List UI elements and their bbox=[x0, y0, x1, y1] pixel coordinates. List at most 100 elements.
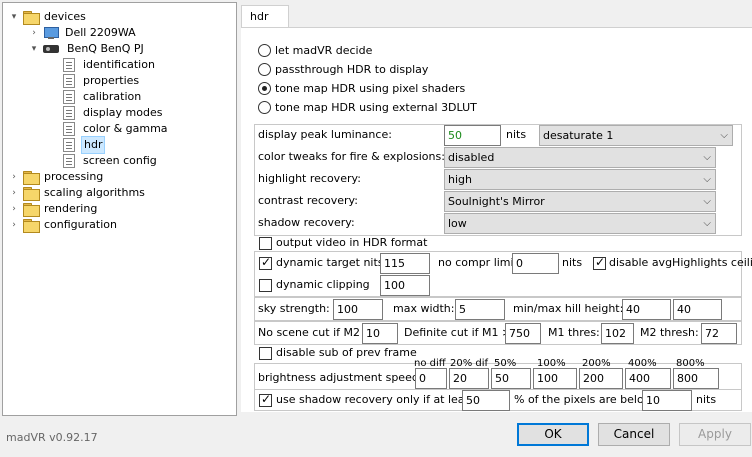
chevron-down-icon[interactable]: ▾ bbox=[29, 41, 39, 57]
radio-label: let madVR decide bbox=[275, 43, 373, 57]
document-icon bbox=[63, 122, 75, 136]
shadow-only-label: use shadow recovery only if at least: bbox=[276, 393, 479, 406]
radio-passthrough-hdr[interactable]: passthrough HDR to display bbox=[258, 61, 428, 77]
sky-strength-label: sky strength: bbox=[258, 302, 330, 315]
tree-label: properties bbox=[83, 74, 140, 87]
disable-avg-checkbox[interactable] bbox=[593, 255, 606, 270]
shadow-only-input[interactable]: 50 bbox=[462, 390, 510, 411]
hill-min-input[interactable]: 40 bbox=[622, 299, 671, 320]
radio-button-selected[interactable] bbox=[258, 81, 271, 95]
tree-item-color-gamma[interactable]: color & gamma bbox=[63, 121, 170, 137]
select-value: high bbox=[448, 173, 472, 186]
select-value: disabled bbox=[448, 151, 495, 164]
m2-thresh-label: M2 thresh: bbox=[640, 326, 699, 339]
dynamic-clipping-checkbox[interactable] bbox=[259, 279, 272, 292]
sky-strength-input[interactable]: 100 bbox=[333, 299, 383, 320]
chevron-down-icon: ⌵ bbox=[703, 174, 711, 185]
radio-tone-map-3dlut[interactable]: tone map HDR using external 3DLUT bbox=[258, 99, 477, 115]
tree-label: display modes bbox=[83, 106, 163, 119]
radio-button[interactable] bbox=[258, 62, 271, 76]
tree-label: calibration bbox=[83, 90, 142, 103]
tree-item-screen-config[interactable]: screen config bbox=[63, 153, 159, 169]
speed-input-20[interactable]: 20 bbox=[449, 368, 489, 389]
tree-item-calibration[interactable]: calibration bbox=[63, 89, 143, 105]
tree-label: scaling algorithms bbox=[44, 186, 145, 199]
tree-item-dell[interactable]: › Dell 2209WA bbox=[29, 25, 138, 41]
no-scene-cut-label: No scene cut if M2 < bbox=[258, 326, 373, 339]
chevron-right-icon[interactable]: › bbox=[9, 217, 19, 233]
output-hdr-checkbox[interactable] bbox=[259, 237, 272, 250]
dynamic-target-input[interactable]: 115 bbox=[380, 253, 430, 274]
tree-item-devices[interactable]: ▾ devices bbox=[9, 9, 88, 25]
fire-tweaks-select[interactable]: disabled ⌵ bbox=[444, 147, 716, 168]
speed-input-no-diff[interactable]: 0 bbox=[415, 368, 447, 389]
chevron-right-icon[interactable]: › bbox=[9, 201, 19, 217]
tree-item-rendering[interactable]: › rendering bbox=[9, 201, 99, 217]
peak-mode-select[interactable]: desaturate 1 ⌵ bbox=[539, 125, 733, 146]
hill-max-input[interactable]: 40 bbox=[673, 299, 722, 320]
contrast-recovery-select[interactable]: Soulnight's Mirror ⌵ bbox=[444, 191, 716, 212]
speed-input-50[interactable]: 50 bbox=[491, 368, 531, 389]
no-compr-input[interactable]: 0 bbox=[512, 253, 559, 274]
chevron-down-icon: ⌵ bbox=[703, 196, 711, 207]
brightness-speeds-label: brightness adjustment speeds: bbox=[258, 371, 429, 384]
ok-button[interactable]: OK bbox=[517, 423, 589, 446]
speed-input-200[interactable]: 200 bbox=[579, 368, 623, 389]
tree-item-display-modes[interactable]: display modes bbox=[63, 105, 164, 121]
tree-item-scaling[interactable]: › scaling algorithms bbox=[9, 185, 147, 201]
cancel-button[interactable]: Cancel bbox=[598, 423, 670, 446]
m2-thresh-input[interactable]: 72 bbox=[701, 323, 737, 344]
definite-cut-input[interactable]: 750 bbox=[505, 323, 541, 344]
tree-item-processing[interactable]: › processing bbox=[9, 169, 105, 185]
speed-input-100[interactable]: 100 bbox=[533, 368, 577, 389]
peak-luminance-input[interactable]: 50 bbox=[444, 125, 501, 146]
chevron-down-icon: ⌵ bbox=[703, 152, 711, 163]
chevron-right-icon[interactable]: › bbox=[9, 169, 19, 185]
m1-thres-input[interactable]: 102 bbox=[601, 323, 634, 344]
apply-button[interactable]: Apply bbox=[679, 423, 751, 446]
tree-item-configuration[interactable]: › configuration bbox=[9, 217, 119, 233]
chevron-right-icon[interactable]: › bbox=[29, 25, 39, 41]
pixels-below-input[interactable]: 10 bbox=[642, 390, 692, 411]
no-scene-cut-input[interactable]: 10 bbox=[362, 323, 398, 344]
tree-item-properties[interactable]: properties bbox=[63, 73, 141, 89]
select-value: low bbox=[448, 217, 467, 230]
shadow-only-checkbox[interactable] bbox=[259, 392, 272, 407]
tree-item-benq[interactable]: ▾ BenQ BenQ PJ bbox=[29, 41, 146, 57]
pixels-below-label: % of the pixels are below bbox=[514, 393, 653, 406]
folder-icon bbox=[23, 219, 40, 233]
highlight-recovery-select[interactable]: high ⌵ bbox=[444, 169, 716, 190]
tree-item-hdr[interactable]: hdr bbox=[63, 136, 106, 154]
chevron-right-icon[interactable]: › bbox=[9, 185, 19, 201]
radio-button[interactable] bbox=[258, 43, 271, 57]
speed-input-400[interactable]: 400 bbox=[625, 368, 671, 389]
folder-icon bbox=[23, 203, 40, 217]
max-width-input[interactable]: 5 bbox=[455, 299, 505, 320]
document-icon bbox=[63, 74, 75, 88]
tree-label: screen config bbox=[83, 154, 157, 167]
shadow-recovery-select[interactable]: low ⌵ bbox=[444, 213, 716, 234]
dynamic-clipping-label: dynamic clipping bbox=[276, 278, 370, 291]
radio-button[interactable] bbox=[258, 100, 271, 114]
settings-tree[interactable]: ▾ devices › Dell 2209WA ▾ BenQ BenQ PJ i… bbox=[2, 2, 237, 416]
radio-let-madvr-decide[interactable]: let madVR decide bbox=[258, 42, 372, 58]
radio-label: passthrough HDR to display bbox=[275, 62, 429, 76]
tree-label: Dell 2209WA bbox=[65, 26, 136, 39]
document-icon bbox=[63, 154, 75, 168]
peak-luminance-unit: nits bbox=[506, 128, 527, 141]
version-label: madVR v0.92.17 bbox=[6, 431, 98, 444]
radio-tone-map-pixel-shaders[interactable]: tone map HDR using pixel shaders bbox=[258, 80, 465, 96]
tree-item-identification[interactable]: identification bbox=[63, 57, 157, 73]
document-icon bbox=[63, 58, 75, 72]
tab-hdr[interactable]: hdr bbox=[241, 5, 289, 28]
document-icon bbox=[63, 138, 75, 152]
dynamic-target-checkbox[interactable] bbox=[259, 255, 272, 270]
folder-icon bbox=[23, 171, 40, 185]
tree-label-selected: hdr bbox=[81, 136, 106, 154]
chevron-down-icon[interactable]: ▾ bbox=[9, 9, 19, 25]
dynamic-clipping-input[interactable]: 100 bbox=[380, 275, 430, 296]
disable-sub-checkbox[interactable] bbox=[259, 347, 272, 360]
tree-label: configuration bbox=[44, 218, 117, 231]
tree-label: processing bbox=[44, 170, 104, 183]
speed-input-800[interactable]: 800 bbox=[673, 368, 719, 389]
